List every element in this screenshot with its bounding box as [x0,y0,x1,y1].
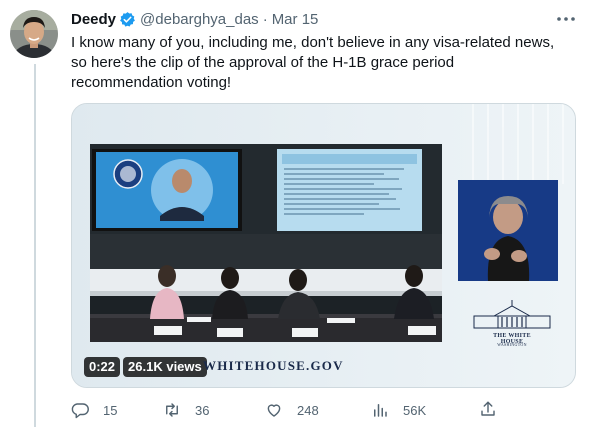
tweet-text-line: recommendation voting! [71,74,232,91]
retweet-icon [166,403,178,417]
video-watermark-url: WHITEHOUSE.GOV [203,358,344,373]
reply-icon [71,403,89,419]
tweet-text-line: so here's the clip of the approval of th… [71,54,455,71]
retweet-count: 36 [195,402,210,418]
author-name[interactable]: Deedy [71,11,116,28]
more-options-icon[interactable] [554,10,578,28]
verified-badge-icon [119,11,136,28]
author-handle[interactable]: @debarghya_das [140,11,259,28]
share-icon[interactable] [479,400,497,418]
like-count: 248 [297,402,319,418]
header-separator: · [262,10,268,28]
tweet-text-line: I know many of you, including me, don't … [71,34,555,51]
tweet-header: Deedy @debarghya_das · Mar 15 [71,9,318,29]
views-chart-icon [374,404,387,417]
views-button[interactable]: 56K [371,400,426,420]
views-count: 56K [403,402,427,418]
like-button[interactable]: 248 [265,400,319,420]
video-duration: 0:22 [84,357,121,377]
video-view-count: 26.1K views [123,357,207,377]
white-house-logo-subtext: WASHINGTON [497,342,527,347]
reply-button[interactable]: 15 [71,400,117,420]
tweet-date[interactable]: Mar 15 [272,11,319,28]
reply-count: 15 [103,402,118,418]
video-overlay-badges: 0:22 26.1K views [84,357,207,377]
avatar[interactable] [10,10,58,58]
heart-icon [267,404,281,417]
tweet-action-bar: 15 36 248 56K [71,400,501,420]
retweet-button[interactable]: 36 [163,400,209,420]
tweet-text: I know many of you, including me, don't … [71,33,576,93]
video-player[interactable]: 0:22 26.1K views WHITEHOUSE.GOV THE WHIT… [71,103,576,388]
thread-connector-line [34,64,36,427]
